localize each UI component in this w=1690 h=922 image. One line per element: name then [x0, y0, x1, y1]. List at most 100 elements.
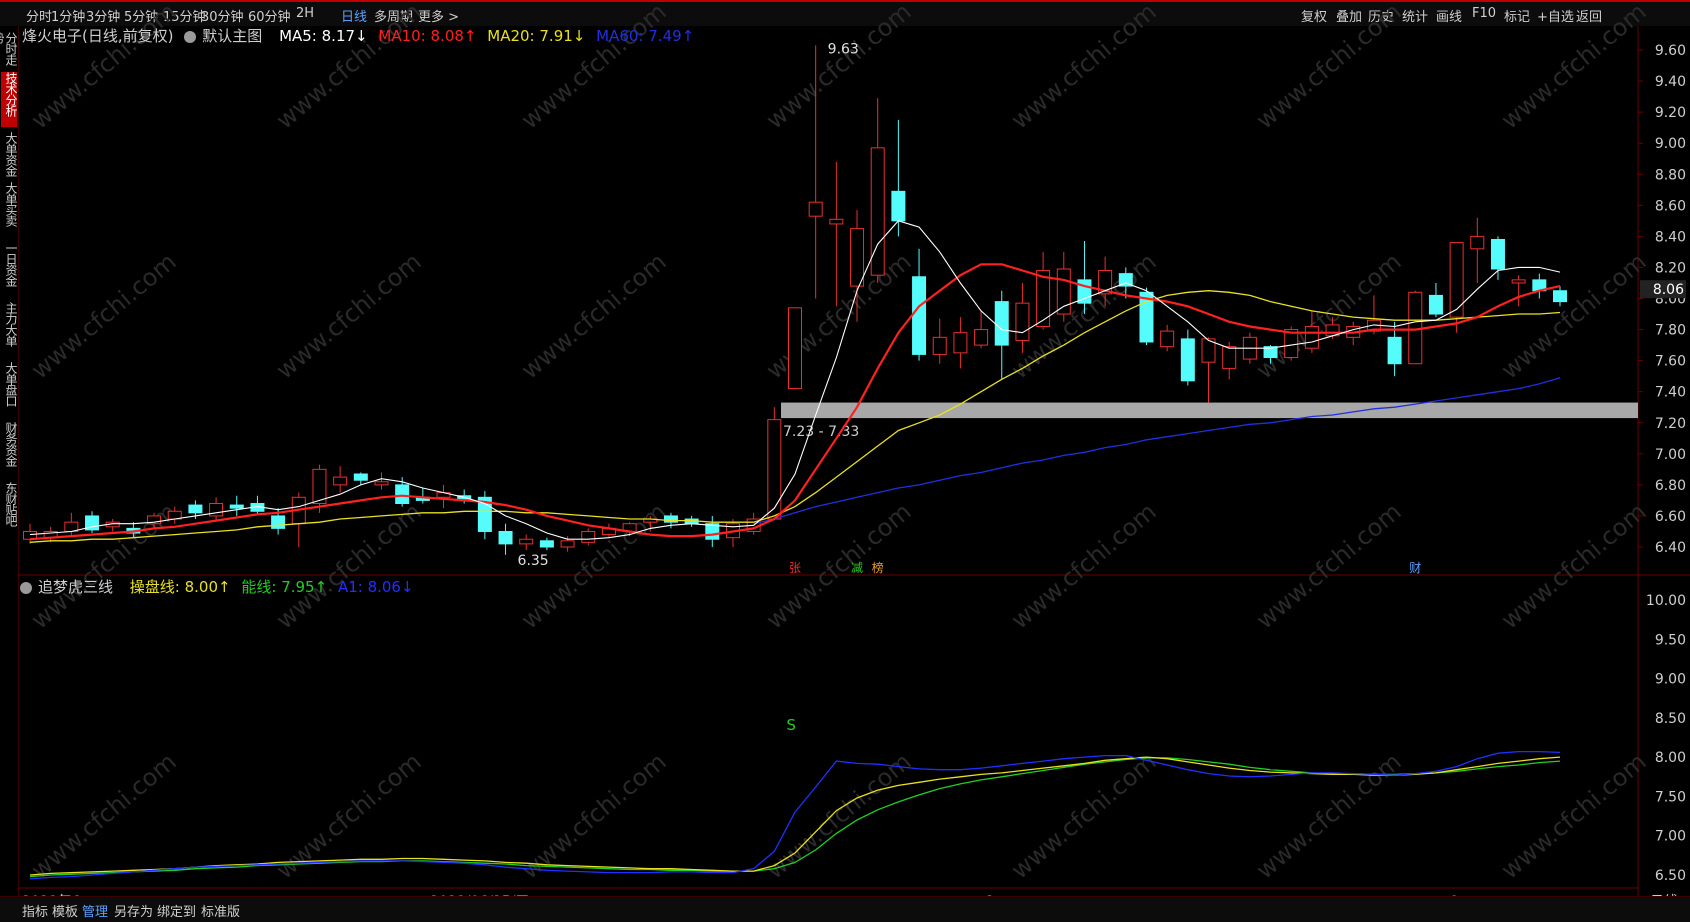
candle-body — [850, 228, 865, 287]
bottom-bar: 指标 模板 管理 另存为 绑定到 标准版 — [0, 896, 1690, 922]
candle-body — [229, 504, 244, 509]
sub-tick: 10.00 — [1646, 593, 1686, 609]
bottom-btn-4[interactable]: 绑定到 — [157, 901, 196, 920]
price-tick: 6.60 — [1655, 509, 1686, 525]
main-legend: 烽火电子(日线,前复权) 默认主图 MA5: 8.17↓ MA10: 8.08↑… — [22, 25, 700, 46]
bottom-btn-3[interactable]: 另存为 — [114, 901, 153, 920]
watermark-text: www.cfchi.com — [1006, 497, 1162, 634]
bottom-btn-0[interactable]: 指标 — [22, 901, 48, 920]
sub-tick: 9.00 — [1655, 672, 1686, 688]
candle-body — [1180, 338, 1195, 382]
candle-body — [519, 538, 534, 545]
bottom-btn-5[interactable]: 标准版 — [201, 901, 240, 920]
watermark-text: www.cfchi.com — [1251, 247, 1407, 384]
sub-tick: 8.00 — [1655, 750, 1686, 766]
watermark-text: www.cfchi.com — [761, 247, 917, 384]
candle-body — [1490, 238, 1505, 270]
ma5-value: MA5: 8.17↓ — [279, 27, 368, 45]
line1-value: 操盘线: 8.00↑ — [129, 578, 231, 596]
price-tick: 7.80 — [1655, 323, 1686, 339]
sub-tick: 7.00 — [1655, 829, 1686, 845]
candle-body — [891, 190, 906, 222]
event-marker: 榜 — [872, 560, 884, 575]
candle-body — [974, 329, 989, 346]
candle-body — [209, 503, 224, 517]
candle-body — [1015, 302, 1030, 341]
indicator-name: 追梦虎三线 — [38, 578, 114, 596]
candle-body — [1304, 325, 1319, 349]
price-tick: 8.80 — [1655, 167, 1686, 183]
candle-body — [1449, 242, 1464, 318]
watermark-text: www.cfchi.com — [1496, 0, 1652, 135]
price-tick: 9.00 — [1655, 136, 1686, 152]
candle-body — [271, 515, 286, 529]
template-selector[interactable]: 默认主图 — [184, 27, 268, 45]
candle-body — [560, 540, 575, 548]
candle-body — [333, 476, 348, 486]
bottom-btn-2[interactable]: 管理 — [82, 901, 108, 920]
watermark-text: www.cfchi.com — [761, 497, 917, 634]
candle-body — [395, 484, 410, 505]
candle-body — [498, 530, 513, 545]
watermark-text: www.cfchi.com — [1496, 497, 1652, 634]
candle-body — [1160, 330, 1175, 348]
sub-tick: 9.50 — [1655, 632, 1686, 648]
event-marker: 减 — [851, 561, 863, 575]
sub-tick: 6.50 — [1655, 868, 1686, 884]
price-tick: 6.40 — [1655, 540, 1686, 556]
candle-body — [788, 307, 802, 390]
watermark-text: www.cfchi.com — [1251, 747, 1407, 884]
watermark-text: www.cfchi.com — [271, 247, 427, 384]
watermark-text: www.cfchi.com — [1251, 0, 1407, 135]
watermark-text: www.cfchi.com — [1251, 497, 1407, 634]
watermark-text: www.cfchi.com — [761, 0, 917, 135]
current-price-label: 8.06 — [1653, 282, 1684, 298]
candle-body — [912, 276, 927, 355]
candle-body — [539, 540, 554, 548]
candle-body — [374, 481, 389, 486]
settings-icon — [184, 30, 197, 43]
settings-icon — [20, 581, 32, 594]
candle-body — [1511, 279, 1526, 284]
candle-body — [767, 419, 782, 520]
candle-body — [581, 530, 596, 543]
candle-body — [994, 301, 1009, 346]
chart-canvas[interactable]: www.cfchi.com www.cfchi.com www.cfchi.com w… — [0, 0, 1690, 921]
high-label: 9.63 — [828, 41, 859, 57]
watermark-text: www.cfchi.com — [1496, 247, 1652, 384]
candle-body — [1470, 235, 1485, 250]
candle-body — [932, 336, 947, 355]
candle-body — [353, 473, 368, 481]
price-tick: 8.40 — [1655, 229, 1686, 245]
price-tick: 8.20 — [1655, 260, 1686, 276]
watermark-text: www.cfchi.com — [26, 247, 182, 384]
event-marker: 张 — [789, 561, 801, 575]
candle-body — [1387, 336, 1402, 365]
line2-value: 能线: 7.95↑ — [241, 578, 328, 596]
low-label: 6.35 — [518, 553, 549, 569]
candle-body — [870, 147, 885, 276]
candle-body — [1553, 290, 1567, 303]
price-tick: 9.40 — [1655, 74, 1686, 90]
sub-tick: 8.50 — [1655, 711, 1686, 727]
line3-value: A1: 8.06↓ — [337, 578, 414, 596]
watermark-text: www.cfchi.com — [1496, 747, 1652, 884]
ma10-value: MA10: 8.08↑ — [378, 27, 477, 45]
template-label: 默认主图 — [202, 27, 263, 45]
price-tick: 7.20 — [1655, 416, 1686, 432]
s-marker: S — [786, 716, 796, 734]
bottom-btn-1[interactable]: 模板 — [52, 901, 78, 920]
sub-tick: 7.50 — [1655, 789, 1686, 805]
indicator-selector[interactable]: 追梦虎三线 — [20, 578, 119, 596]
stock-title: 烽火电子(日线,前复权) — [22, 27, 174, 45]
sub-legend: 追梦虎三线 操盘线: 8.00↑ 能线: 7.95↑ A1: 8.06↓ — [20, 576, 420, 597]
price-tick: 7.40 — [1655, 385, 1686, 401]
price-tick: 8.60 — [1655, 198, 1686, 214]
candle-body — [1428, 294, 1443, 315]
band-label: 7.23 - 7.33 — [783, 424, 859, 440]
price-tick: 6.80 — [1655, 478, 1686, 494]
candle-body — [829, 218, 844, 225]
ma60-value: MA60: 7.49↑ — [596, 27, 695, 45]
watermark-text: www.cfchi.com — [1006, 0, 1162, 135]
watermark-text: www.cfchi.com — [26, 747, 182, 884]
